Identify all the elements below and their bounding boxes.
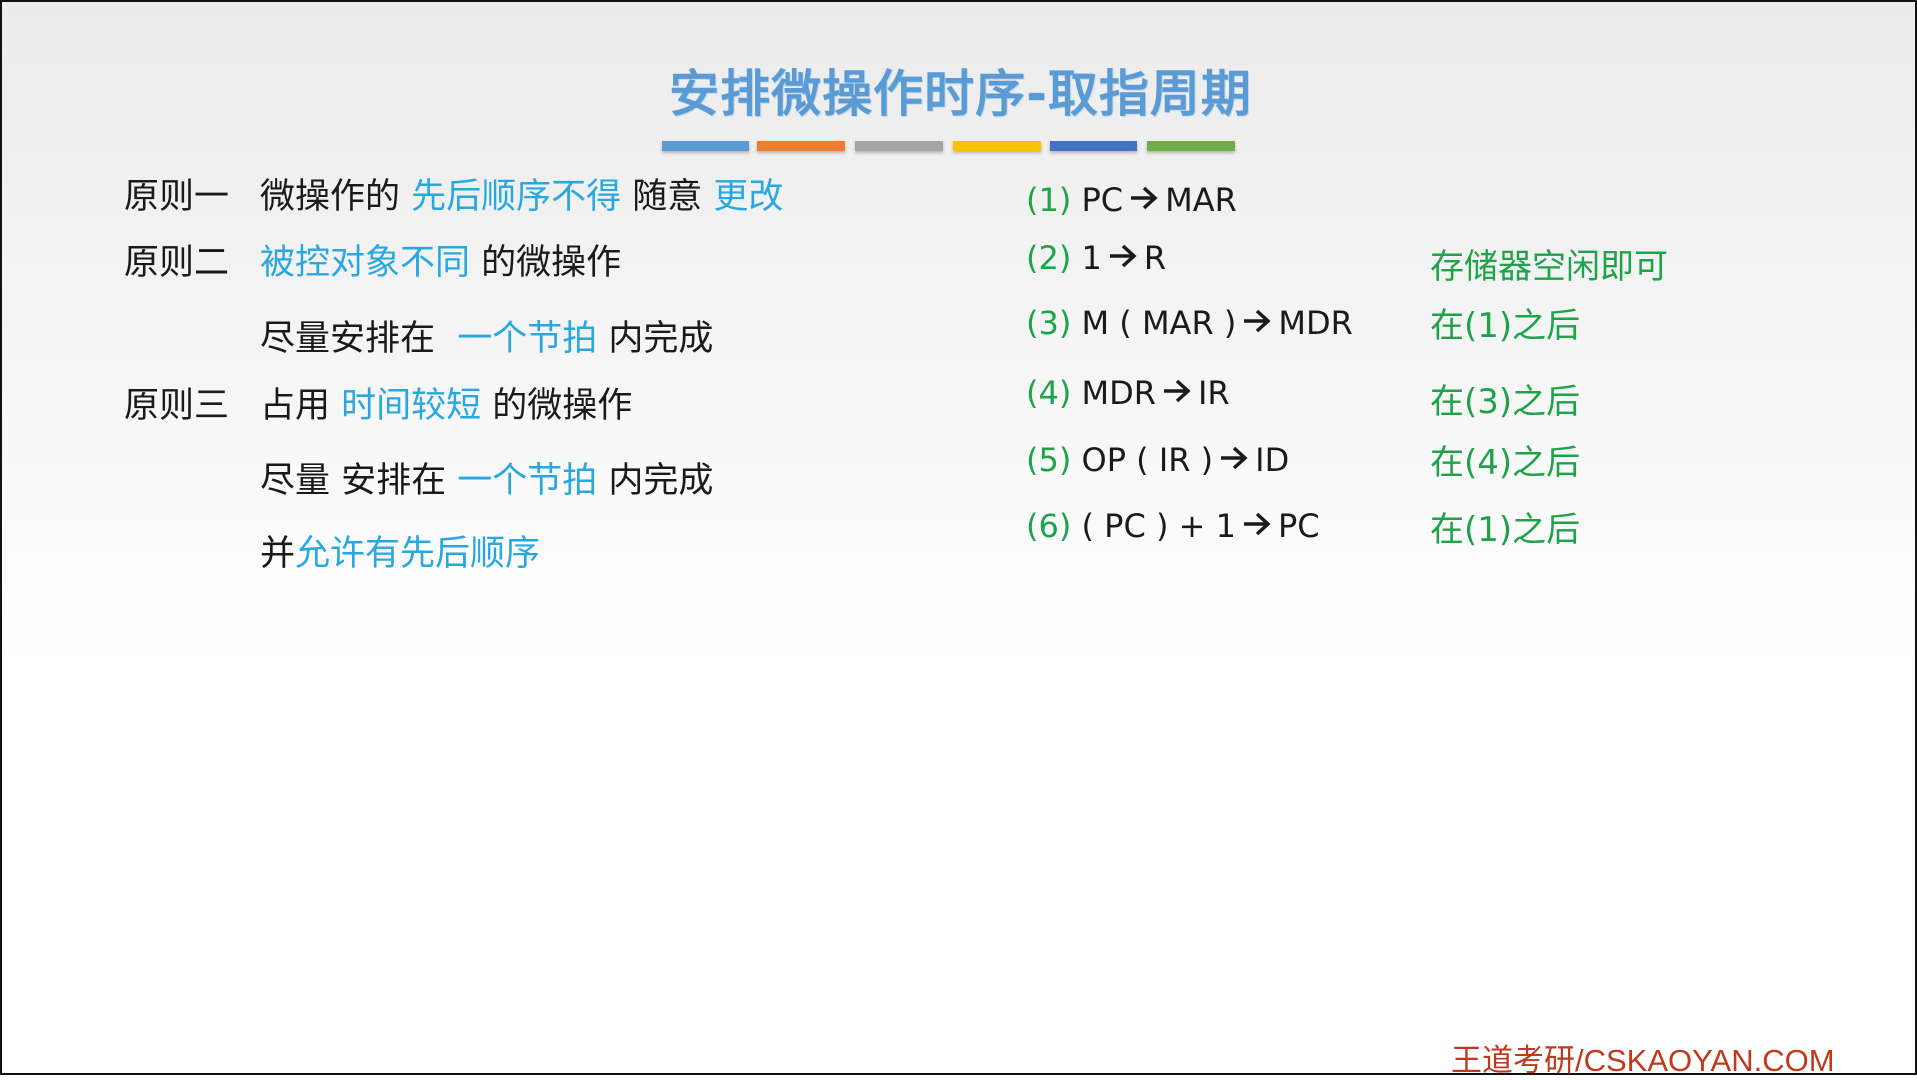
step-4-source: MDR	[1081, 374, 1156, 412]
accent-bar-4	[953, 141, 1041, 151]
step-4-number: (4)	[1026, 374, 1072, 412]
principle-3-label: 原则三	[124, 386, 230, 426]
principle-2-line2-b: 一个节拍	[457, 319, 598, 359]
step-1-number: (1)	[1026, 181, 1072, 219]
principle-2-line2-a: 尽量安排在	[260, 319, 458, 359]
step-3-number: (3)	[1026, 304, 1072, 342]
step-6: (6) ( PC ) + 1 PC	[1026, 510, 1320, 542]
principle-3-text-b: 时间较短	[341, 386, 482, 426]
right-arrow-icon	[1131, 186, 1158, 210]
principle-1-label: 原则一	[124, 177, 230, 217]
step-1-source: PC	[1081, 181, 1124, 219]
right-arrow-icon	[1221, 446, 1248, 470]
note-step-2: 存储器空闲即可	[1430, 247, 1668, 287]
step-2: (2) 1 R	[1026, 242, 1166, 274]
principle-3-line3-b: 允许有先后顺序	[295, 534, 541, 574]
accent-bar-5	[1050, 141, 1137, 151]
principle-2-text-b: 的微操作	[470, 243, 622, 283]
step-3-target: MDR	[1278, 304, 1353, 342]
principle-2-text: 被控对象不同 的微操作	[260, 246, 621, 281]
step-5-number: (5)	[1026, 441, 1072, 479]
principle-3-text-c: 的微操作	[481, 386, 633, 426]
step-3-source: M ( MAR )	[1081, 304, 1237, 342]
step-3: (3) M ( MAR ) MDR	[1026, 307, 1353, 339]
principle-3-line3: 并允许有先后顺序	[260, 537, 540, 572]
right-arrow-icon	[1244, 309, 1271, 333]
principle-3-text: 占用 时间较短 的微操作	[260, 389, 632, 424]
principle-1-text-b: 先后顺序不得	[411, 177, 622, 217]
principle-1-text-c: 随意	[621, 177, 714, 217]
step-6-target: PC	[1277, 507, 1320, 545]
accent-bar-3	[855, 141, 943, 151]
principle-1-text-a: 微操作的	[260, 177, 412, 217]
principle-2-text-a: 被控对象不同	[260, 243, 471, 283]
note-step-4: 在(3)之后	[1430, 382, 1581, 422]
accent-bar-1	[662, 141, 749, 151]
note-step-5: 在(4)之后	[1430, 443, 1581, 483]
slide: 安排微操作时序-取指周期 原则一 微操作的 先后顺序不得 随意 更改 原则二 被…	[0, 0, 1917, 1078]
step-5-target: ID	[1255, 441, 1290, 479]
principle-3-line2-b: 一个节拍	[457, 461, 598, 501]
step-5-source: OP ( IR )	[1081, 441, 1214, 479]
principle-1-text: 微操作的 先后顺序不得 随意 更改	[260, 180, 783, 215]
principle-2-label: 原则二	[124, 243, 230, 283]
principle-3-line2-a: 尽量 安排在	[260, 461, 458, 501]
principle-1-text-d: 更改	[713, 177, 784, 217]
principle-2-line2: 尽量安排在 一个节拍 内完成	[260, 322, 713, 357]
footer-watermark: 王道考研/CSKAOYAN.COM	[1451, 1043, 1835, 1078]
step-2-target: R	[1143, 239, 1167, 277]
right-arrow-icon	[1243, 512, 1271, 536]
note-step-6: 在(1)之后	[1430, 510, 1581, 550]
step-6-source: ( PC ) + 1	[1081, 507, 1236, 545]
principle-2-line2-c: 内完成	[597, 319, 714, 359]
principle-3-line2-c: 内完成	[597, 461, 714, 501]
step-5: (5) OP ( IR ) ID	[1026, 444, 1289, 476]
step-4-target: IR	[1197, 374, 1230, 412]
slide-title: 安排微操作时序-取指周期	[669, 65, 1252, 123]
principle-3-line3-a: 并	[260, 534, 296, 574]
accent-bar-6	[1147, 141, 1235, 151]
step-6-number: (6)	[1026, 507, 1072, 545]
accent-bar-2	[757, 141, 845, 151]
step-4: (4) MDR IR	[1026, 377, 1230, 409]
step-1: (1) PC MAR	[1026, 184, 1237, 216]
step-1-target: MAR	[1165, 181, 1237, 219]
principle-3-text-a: 占用	[260, 386, 342, 426]
principle-3-line2: 尽量 安排在 一个节拍 内完成	[260, 464, 713, 499]
right-arrow-icon	[1163, 379, 1191, 403]
step-2-number: (2)	[1026, 239, 1072, 277]
note-step-3: 在(1)之后	[1430, 306, 1581, 346]
step-2-source: 1	[1081, 239, 1102, 277]
right-arrow-icon	[1109, 244, 1137, 268]
